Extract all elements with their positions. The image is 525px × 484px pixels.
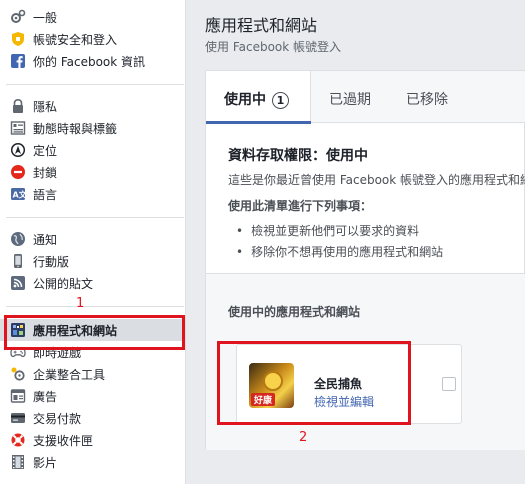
sidebar-item-label: 行動版 [33,254,70,269]
sidebar-item-business-integrations[interactable]: 企業整合工具 [0,363,185,385]
timeline-icon [10,120,26,136]
sidebar-item-privacy[interactable]: 隱私 [0,95,185,117]
app-select-checkbox[interactable] [442,377,456,391]
access-howto: 使用此清單進行下列事項： [228,199,373,213]
annotation-number: 2 [299,430,308,445]
sidebar-item-label: 定位 [33,143,58,158]
payments-icon [10,410,26,426]
sidebar-item-location[interactable]: 定位 [0,139,185,161]
sidebar-item-label: 交易付款 [33,411,82,426]
tab-bar: 使用中 1 已過期 已移除 [206,71,525,124]
sidebar-item-label: 一般 [33,10,58,25]
sidebar-item-notifications[interactable]: 通知 [0,228,185,250]
sidebar-item-label: 帳號安全和登入 [33,32,118,47]
sidebar-item-label: 隱私 [33,99,58,114]
location-icon [10,142,26,158]
sidebar-item-blocking[interactable]: 封鎖 [0,161,185,183]
count-badge: 1 [272,92,289,109]
sidebar-item-security[interactable]: 帳號安全和登入 [0,28,185,50]
ads-icon [10,388,26,404]
mobile-icon [10,253,26,269]
globe-icon [10,231,26,247]
sidebar-item-label: 影片 [33,455,58,470]
main-content: 應用程式和網站 使用 Facebook 帳號登入 使用中 1 已過期 已移除 資料… [187,0,525,484]
support-icon [10,432,26,448]
sidebar-item-label: 語言 [33,187,58,202]
sidebar-item-mobile[interactable]: 行動版 [0,250,185,272]
tab-label: 使用中 [224,92,266,108]
settings-sidebar: 一般 帳號安全和登入 你的 Facebook 資訊 隱私 動態時報與標籤 定位 … [0,0,186,484]
sidebar-item-public-posts[interactable]: 公開的貼文 [0,272,185,294]
sidebar-item-label: 廣告 [33,389,58,404]
page-subtitle: 使用 Facebook 帳號登入 [205,40,342,54]
sidebar-item-your-info[interactable]: 你的 Facebook 資訊 [0,50,185,72]
sidebar-item-label: 支援收件匣 [33,433,94,448]
sidebar-item-general[interactable]: 一般 [0,6,185,28]
tab-expired[interactable]: 已過期 [329,89,371,109]
page-title: 應用程式和網站 [205,16,318,35]
active-apps-title: 使用中的應用程式和網站 [228,305,361,319]
annotation-highlight-box [217,341,411,425]
sidebar-item-support-inbox[interactable]: 支援收件匣 [0,429,185,451]
sidebar-item-ads[interactable]: 廣告 [0,385,185,407]
shield-icon [10,31,26,47]
sidebar-item-label: 封鎖 [33,165,58,180]
facebook-icon [10,53,26,69]
sidebar-item-payments[interactable]: 交易付款 [0,407,185,429]
annotation-highlight-box [4,315,185,350]
tab-underline [206,121,311,124]
sidebar-item-label: 企業整合工具 [33,367,106,382]
rss-icon [10,275,26,291]
gear-icon [10,9,26,25]
access-title: 資料存取權限：使用中 [228,148,368,164]
sidebar-item-label: 公開的貼文 [33,276,94,291]
business-icon [10,366,26,382]
svg-text:A文: A文 [13,190,27,200]
tab-active[interactable]: 使用中 1 [224,89,289,109]
sidebar-item-timeline[interactable]: 動態時報與標籤 [0,117,185,139]
sidebar-item-label: 你的 Facebook 資訊 [33,54,146,69]
language-icon: A文 [10,186,26,202]
lock-icon [10,98,26,114]
access-bullet: 移除你不想再使用的應用程式和網站 [236,243,443,260]
tab-removed[interactable]: 已移除 [406,89,448,109]
sidebar-item-label: 動態時報與標籤 [33,121,118,136]
access-description: 這些是你最近曾使用 Facebook 帳號登入的應用程式和網站 [228,173,525,187]
sidebar-item-language[interactable]: A文 語言 [0,183,185,205]
sidebar-item-label: 通知 [33,232,58,247]
access-bullet: 檢視並更新他們可以要求的資料 [236,222,419,239]
sidebar-item-videos[interactable]: 影片 [0,451,185,473]
block-icon [10,164,26,180]
annotation-number: 1 [76,296,85,311]
video-icon [10,454,26,470]
